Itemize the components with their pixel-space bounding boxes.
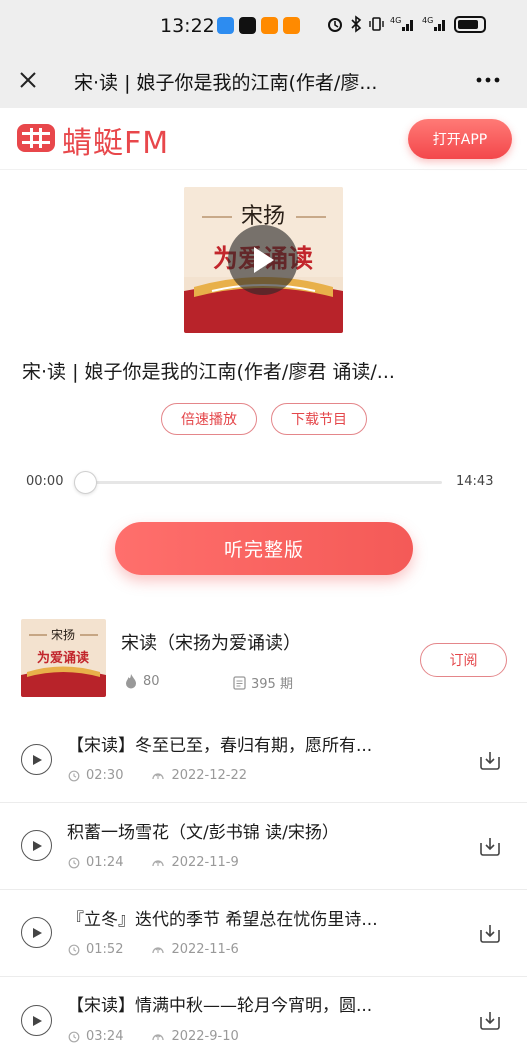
episode-meta: 01:24 2022-11-9 xyxy=(68,855,239,870)
episode-date: 2022-11-9 xyxy=(171,855,239,870)
episode-date: 2022-9-10 xyxy=(171,1029,239,1044)
app-header: 蜻蜓FM 打开APP xyxy=(0,108,527,170)
close-button[interactable] xyxy=(14,66,42,94)
status-app-icons xyxy=(217,17,300,34)
signal-4g-icon: 4G xyxy=(390,16,413,31)
episode-meta: 02:30 2022-12-22 xyxy=(68,768,247,783)
album-cover-image[interactable]: 宋扬 为爱诵读 xyxy=(21,619,106,697)
svg-text:4G: 4G xyxy=(390,16,401,25)
upload-date-icon xyxy=(152,859,165,866)
episode-item[interactable]: 『立冬』迭代的季节 希望总在忧伤里诗... 01:52 2022-11-6 xyxy=(0,890,527,977)
album-hot-count: 80 xyxy=(124,673,160,689)
svg-text:4G: 4G xyxy=(422,16,433,25)
download-icon[interactable] xyxy=(478,834,502,858)
upload-date-icon xyxy=(152,1033,165,1040)
play-button[interactable] xyxy=(228,225,298,295)
program-title: 宋·读 | 娘子你是我的江南(作者/廖君 诵读/... xyxy=(22,361,395,383)
browser-toolbar: 宋·读 | 娘子你是我的江南(作者/廖... xyxy=(0,54,527,108)
app-notification-icon xyxy=(261,17,278,34)
vibrate-icon xyxy=(369,17,384,31)
current-time: 00:00 xyxy=(26,474,64,489)
play-icon xyxy=(254,247,274,273)
upload-date-icon xyxy=(152,772,165,779)
total-time: 14:43 xyxy=(456,474,494,489)
album-art-line2: 为爱诵读 xyxy=(37,650,89,666)
album-name[interactable]: 宋读（宋扬为爱诵读） xyxy=(121,629,301,655)
progress-thumb[interactable] xyxy=(74,471,97,494)
status-bar: 13:22 4G 4G xyxy=(0,0,527,54)
album-art: 宋扬 为爱诵读 xyxy=(21,619,106,697)
episode-item[interactable]: 积蓄一场雪花（文/彭书锦 读/宋扬） 01:24 2022-11-9 xyxy=(0,803,527,890)
download-icon[interactable] xyxy=(478,748,502,772)
download-icon[interactable] xyxy=(478,1008,502,1032)
episode-title: 【宋读】冬至已至，春归有期，愿所有... xyxy=(67,736,373,756)
album-episode-count: 395 期 xyxy=(233,673,293,692)
app-notification-icon xyxy=(283,17,300,34)
episode-count-value: 395 期 xyxy=(251,677,293,692)
episode-play-button[interactable] xyxy=(21,1005,52,1036)
episode-play-button[interactable] xyxy=(21,744,52,775)
app-notification-icon xyxy=(217,17,234,34)
episode-title: 【宋读】情满中秋——轮月今宵明，圆... xyxy=(67,996,373,1016)
episode-title: 『立冬』迭代的季节 希望总在忧伤里诗... xyxy=(67,910,378,930)
episode-duration: 03:24 xyxy=(86,1029,124,1044)
status-indicators: 4G 4G xyxy=(326,15,486,33)
episode-date: 2022-12-22 xyxy=(171,768,248,783)
download-program-button[interactable]: 下载节目 xyxy=(271,403,367,435)
progress-track[interactable] xyxy=(86,481,442,484)
clock-icon xyxy=(68,857,80,868)
episode-duration: 01:52 xyxy=(86,942,124,957)
download-icon[interactable] xyxy=(478,921,502,945)
episode-play-button[interactable] xyxy=(21,830,52,861)
subscribe-button[interactable]: 订阅 xyxy=(420,643,507,677)
listen-full-button[interactable]: 听完整版 xyxy=(115,522,413,575)
play-icon xyxy=(32,927,42,938)
clock-icon xyxy=(68,944,80,955)
list-icon xyxy=(233,675,246,690)
fire-icon xyxy=(126,674,136,689)
upload-date-icon xyxy=(152,946,165,953)
clock-icon xyxy=(68,770,80,781)
tiktok-notification-icon xyxy=(239,17,256,34)
episode-meta: 03:24 2022-9-10 xyxy=(68,1029,239,1044)
episode-date: 2022-11-6 xyxy=(171,942,239,957)
episode-item[interactable]: 【宋读】情满中秋——轮月今宵明，圆... 03:24 2022-9-10 xyxy=(0,977,527,1048)
episode-title: 积蓄一场雪花（文/彭书锦 读/宋扬） xyxy=(67,823,339,843)
logo-text: 蜻蜓FM xyxy=(62,126,170,161)
signal-4g-icon: 4G xyxy=(422,16,445,31)
qingting-logo-icon xyxy=(17,124,55,152)
battery-icon xyxy=(454,15,486,33)
status-time: 13:22 xyxy=(160,15,215,37)
episode-duration: 02:30 xyxy=(86,768,124,783)
open-app-button[interactable]: 打开APP xyxy=(408,119,512,159)
page-title: 宋·读 | 娘子你是我的江南(作者/廖... xyxy=(74,72,378,94)
close-icon xyxy=(20,72,36,88)
more-button[interactable] xyxy=(474,66,502,100)
episode-meta: 01:52 2022-11-6 xyxy=(68,942,239,957)
more-icon xyxy=(476,77,500,83)
play-icon xyxy=(32,754,42,765)
play-icon xyxy=(32,840,42,851)
play-icon xyxy=(32,1015,42,1026)
episode-duration: 01:24 xyxy=(86,855,124,870)
alarm-icon xyxy=(328,18,342,32)
clock-icon xyxy=(68,1031,80,1042)
bluetooth-icon xyxy=(351,15,362,33)
hot-count-value: 80 xyxy=(143,673,160,689)
album-art-line1: 宋扬 xyxy=(51,627,75,642)
episode-play-button[interactable] xyxy=(21,917,52,948)
playback-speed-button[interactable]: 倍速播放 xyxy=(161,403,257,435)
episode-item[interactable]: 【宋读】冬至已至，春归有期，愿所有... 02:30 2022-12-22 xyxy=(0,716,527,803)
